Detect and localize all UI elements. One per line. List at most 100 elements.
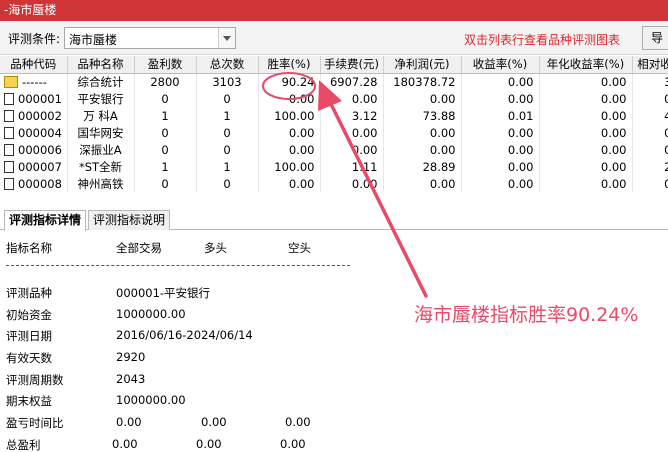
cell-name: 万 科A: [67, 107, 135, 124]
cell-wins: 1: [134, 158, 197, 175]
cell-netprofit: 0.00: [383, 124, 462, 141]
cell-fee: 0.00: [320, 175, 384, 192]
metric-label: 盈亏时间比: [6, 416, 64, 430]
cell-wins: 0: [134, 90, 197, 107]
metric-label: 总盈利: [6, 438, 41, 452]
cell-wins: 2800: [134, 73, 197, 90]
metric-value: 2043: [116, 372, 146, 386]
table-row[interactable]: 000002 万 科A 1 1 100.00 3.12 73.88 0.01 0…: [0, 107, 668, 124]
table-row[interactable]: 000004 国华网安 0 0 0.00 0.00 0.00 0.00 0.00…: [0, 124, 668, 141]
cell-name: 综合统计: [67, 73, 135, 90]
cell-relative: 4: [632, 107, 668, 124]
cell-netprofit: 28.89: [383, 158, 462, 175]
cell-return: 0.01: [461, 107, 540, 124]
table-row[interactable]: 000006 深振业A 0 0 0.00 0.00 0.00 0.00 0.00…: [0, 141, 668, 158]
cell-total: 1: [196, 158, 259, 175]
cell-return: 0.00: [461, 158, 540, 175]
metric-value: 0.00: [112, 437, 138, 451]
cell-return: 0.00: [461, 124, 540, 141]
cell-annual-return: 0.00: [539, 124, 633, 141]
metric-details-panel: 指标名称 全部交易 多头 空头 评测品种 000001-平安银行 初始资金 10…: [0, 231, 668, 452]
cell-relative: 3: [632, 73, 668, 90]
stock-icon: [4, 177, 14, 190]
cell-return: 0.00: [461, 175, 540, 192]
cell-total: 0: [196, 175, 259, 192]
details-header-long: 多头: [204, 241, 227, 255]
metric-value: 2920: [116, 350, 146, 364]
col-header-code[interactable]: 品种代码: [0, 56, 68, 74]
condition-label: 评测条件:: [8, 32, 61, 46]
cell-total: 1: [196, 107, 259, 124]
cell-wins: 1: [134, 107, 197, 124]
cell-total: 3103: [196, 73, 259, 90]
col-header-total[interactable]: 总次数: [196, 56, 259, 74]
col-header-annual-return[interactable]: 年化收益率(%): [539, 56, 633, 74]
details-header-all: 全部交易: [116, 241, 162, 255]
condition-select[interactable]: 海市蜃楼: [64, 27, 236, 49]
col-header-wins[interactable]: 盈利数: [134, 56, 197, 74]
tab-metric-explanation[interactable]: 评测指标说明: [88, 210, 170, 230]
table-row[interactable]: ------ 综合统计 2800 3103 90.24 6907.28 1803…: [0, 73, 668, 90]
metric-label: 期末权益: [6, 394, 52, 408]
cell-netprofit: 0.00: [383, 90, 462, 107]
cell-netprofit: 0.00: [383, 141, 462, 158]
cell-annual-return: 0.00: [539, 141, 633, 158]
col-header-relative[interactable]: 相对收: [632, 56, 668, 74]
cell-return: 0.00: [461, 141, 540, 158]
stock-icon: [4, 92, 14, 105]
cell-name: *ST全新: [67, 158, 135, 175]
table-row[interactable]: 000007 *ST全新 1 1 100.00 1.11 28.89 0.00 …: [0, 158, 668, 175]
col-header-fee[interactable]: 手续费(元): [320, 56, 384, 74]
metric-value: 1000000.00: [116, 307, 186, 321]
cell-name: 国华网安: [67, 124, 135, 141]
cell-winrate: 0.00: [258, 90, 321, 107]
cell-wins: 0: [134, 124, 197, 141]
annotation-text: 海市蜃楼指标胜率90.24%: [414, 304, 639, 326]
metric-value: 0.00: [285, 415, 311, 429]
cell-code: 000006: [0, 141, 68, 158]
export-button[interactable]: 导: [642, 26, 668, 50]
table-row[interactable]: 000008 神州高铁 0 0 0.00 0.00 0.00 0.00 0.00…: [0, 175, 668, 192]
cell-relative: 0: [632, 141, 668, 158]
col-header-return[interactable]: 收益率(%): [461, 56, 540, 74]
cell-relative: 0: [632, 175, 668, 192]
chevron-down-icon[interactable]: [218, 28, 235, 48]
cell-return: 0.00: [461, 73, 540, 90]
cell-total: 0: [196, 124, 259, 141]
condition-value: 海市蜃楼: [69, 33, 118, 47]
metric-label: 初始资金: [6, 308, 52, 322]
stock-icon: [4, 160, 14, 173]
cell-netprofit: 73.88: [383, 107, 462, 124]
col-header-winrate[interactable]: 胜率(%): [258, 56, 321, 74]
cell-fee: 0.00: [320, 141, 384, 158]
cell-code: 000008: [0, 175, 68, 192]
cell-annual-return: 0.00: [539, 73, 633, 90]
cell-total: 0: [196, 90, 259, 107]
cell-annual-return: 0.00: [539, 175, 633, 192]
cell-winrate: 90.24: [258, 73, 321, 90]
metric-value: 0.00: [201, 415, 227, 429]
cell-code: 000004: [0, 124, 68, 141]
cell-name: 神州高铁: [67, 175, 135, 192]
cell-relative: 0: [632, 90, 668, 107]
table-row[interactable]: 000001 平安银行 0 0 0.00 0.00 0.00 0.00 0.00…: [0, 90, 668, 107]
hint-text: 双击列表行查看品种评测图表: [464, 33, 621, 47]
cell-fee: 0.00: [320, 90, 384, 107]
cell-code: 000007: [0, 158, 68, 175]
cell-annual-return: 0.00: [539, 90, 633, 107]
cell-annual-return: 0.00: [539, 107, 633, 124]
metric-value: 2016/06/16-2024/06/14: [116, 328, 253, 342]
col-header-name[interactable]: 品种名称: [67, 56, 135, 74]
tab-metric-details[interactable]: 评测指标详情: [4, 210, 86, 231]
cell-wins: 0: [134, 141, 197, 158]
cell-relative: 0: [632, 124, 668, 141]
col-header-netprofit[interactable]: 净利润(元): [383, 56, 462, 74]
divider: [6, 265, 350, 266]
results-table[interactable]: 品种代码 品种名称 盈利数 总次数 胜率(%) 手续费(元) 净利润(元) 收益…: [0, 56, 668, 202]
metric-label: 评测日期: [6, 329, 52, 343]
table-header: 品种代码 品种名称 盈利数 总次数 胜率(%) 手续费(元) 净利润(元) 收益…: [0, 56, 668, 74]
cell-name: 深振业A: [67, 141, 135, 158]
window-title: -海市蜃楼: [0, 0, 668, 21]
metric-value: 1000000.00: [116, 393, 186, 407]
cell-code: 000002: [0, 107, 68, 124]
